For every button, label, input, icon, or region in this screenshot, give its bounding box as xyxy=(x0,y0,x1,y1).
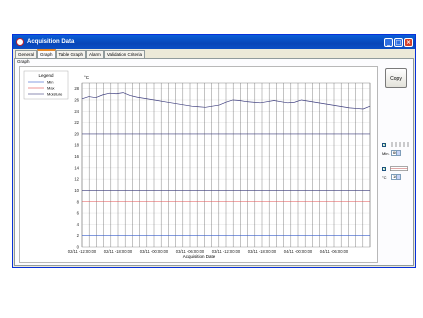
tab-alarm[interactable]: Alarm xyxy=(86,50,104,58)
app-icon xyxy=(16,38,24,46)
x-tick-label: 03/11 -06:00:00 xyxy=(176,249,205,254)
x-tick-label: 04/11 -00:00:00 xyxy=(284,249,313,254)
graph-controls: Copy ✓ Min. 60 ✓ °C 10 xyxy=(380,66,413,180)
legend-label-moisture: Moisture xyxy=(47,92,63,97)
y-grid-icon xyxy=(390,166,408,171)
x-tick-label: 02/11 -18:00:00 xyxy=(104,249,133,254)
y-tick-label: 6 xyxy=(77,211,80,216)
grid-layer xyxy=(81,82,371,248)
y-tick-label: 18 xyxy=(74,143,79,148)
y-tick-label: 4 xyxy=(77,222,80,227)
chart-svg: Legend Min Max Moisture °C Acquisition D… xyxy=(23,70,371,259)
tab-general[interactable]: General xyxy=(15,50,38,58)
minimize-button[interactable]: _ xyxy=(384,37,393,47)
maximize-button[interactable]: □ xyxy=(394,37,403,47)
y-tick-label: 26 xyxy=(74,97,79,102)
graph-tab-panel: Graph Legend Min Max Moisture °C Acquisi… xyxy=(14,58,414,266)
y-interval-spinner[interactable]: 10 xyxy=(391,174,401,180)
x-tick-label: 03/11 -00:00:00 xyxy=(140,249,169,254)
spinner-arrows-icon[interactable] xyxy=(396,151,400,155)
y-tick-label: 20 xyxy=(74,131,79,136)
y-interval-checkbox[interactable]: ✓ xyxy=(382,167,386,171)
x-interval-spinner[interactable]: 60 xyxy=(391,150,401,156)
legend-label-max: Max xyxy=(47,86,55,91)
x-interval-label: Min. xyxy=(382,151,390,156)
x-interval-checkbox[interactable]: ✓ xyxy=(382,143,386,147)
y-interval-label: °C xyxy=(382,175,387,180)
tab-validation-criteria[interactable]: Validation Criteria xyxy=(103,50,145,58)
y-tick-label: 8 xyxy=(77,199,80,204)
copy-button[interactable]: Copy xyxy=(385,68,407,88)
x-tick-label: 03/11 -12:00:00 xyxy=(212,249,241,254)
y-tick-label: 10 xyxy=(74,188,79,193)
window-title: Acquisition Data xyxy=(27,39,75,45)
title-bar[interactable]: Acquisition Data _ □ × xyxy=(13,35,415,49)
y-tick-label: 14 xyxy=(74,165,79,170)
acquisition-data-window: Acquisition Data _ □ × General Graph Tab… xyxy=(12,34,416,268)
x-tick-label: 02/11 -12:00:00 xyxy=(68,249,97,254)
y-axis-label: °C xyxy=(84,75,90,80)
y-tick-label: 12 xyxy=(74,177,79,182)
legend-label-min: Min xyxy=(47,80,53,85)
y-tick-label: 2 xyxy=(77,233,80,238)
x-tick-label: 03/11 -18:00:00 xyxy=(248,249,277,254)
y-tick-label: 24 xyxy=(74,109,79,114)
x-tick-label: 04/11 -06:00:00 xyxy=(320,249,349,254)
y-tick-label: 28 xyxy=(74,86,79,91)
tab-strip: General Graph Table Graph Alarm Validati… xyxy=(15,49,145,59)
legend-title: Legend xyxy=(38,73,54,78)
spinner-arrows-icon[interactable] xyxy=(396,175,400,179)
y-tick-label: 22 xyxy=(74,120,79,125)
chart-area: Legend Min Max Moisture °C Acquisition D… xyxy=(19,66,378,263)
close-button[interactable]: × xyxy=(404,37,413,47)
x-axis-label: Acquisition Date xyxy=(183,254,216,259)
graph-group-label: Graph xyxy=(17,59,30,64)
tab-table-graph[interactable]: Table Graph xyxy=(55,50,87,58)
x-grid-icon xyxy=(391,142,409,147)
y-tick-label: 16 xyxy=(74,154,79,159)
